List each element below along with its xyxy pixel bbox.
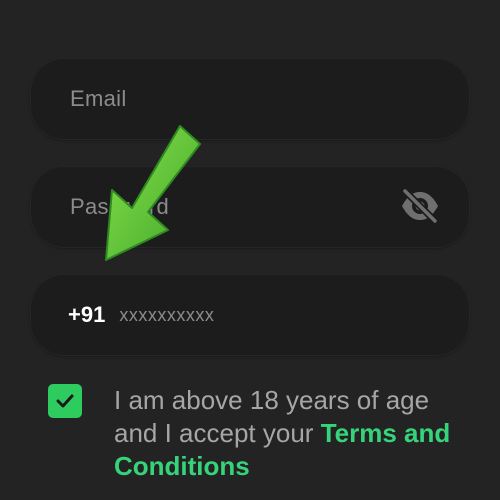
email-field[interactable]: Email	[30, 58, 470, 140]
eye-slash-icon[interactable]	[400, 187, 440, 225]
password-placeholder: Password	[70, 194, 169, 219]
country-code[interactable]: +91	[30, 302, 105, 328]
email-placeholder: Email	[70, 86, 127, 111]
password-field[interactable]: Password	[30, 166, 470, 248]
phone-placeholder: xxxxxxxxxx	[119, 304, 215, 325]
consent-text: I am above 18 years of age and I accept …	[114, 384, 474, 483]
age-consent-checkbox[interactable]	[48, 384, 82, 418]
phone-field[interactable]: +91 xxxxxxxxxx	[30, 274, 470, 356]
checkmark-icon	[56, 394, 74, 408]
